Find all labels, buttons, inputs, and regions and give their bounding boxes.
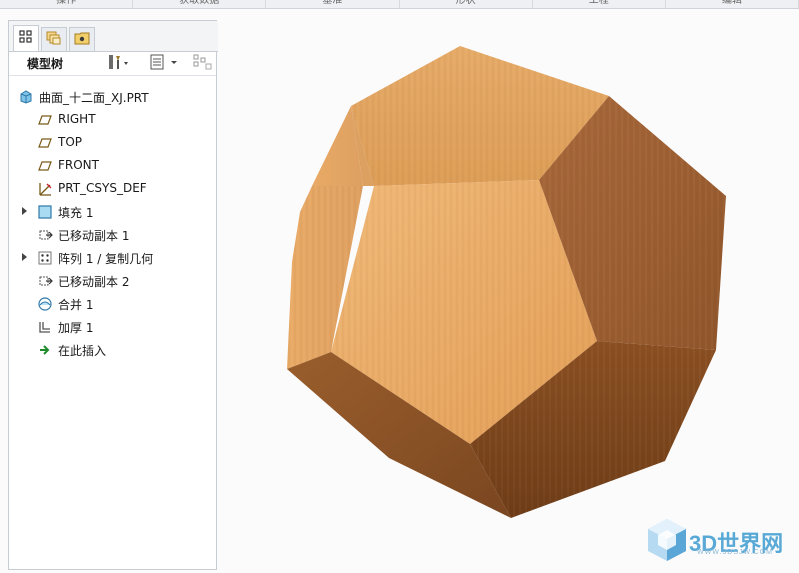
tree-item-label: 加厚 1: [58, 321, 94, 335]
tree-root-label: 曲面_十二面_XJ.PRT: [39, 91, 149, 105]
ribbon-tabs: 操作 获取数据 基准 形状 工程 编辑: [0, 0, 799, 9]
insert-here-icon: [37, 342, 53, 358]
navigator-tabs: [9, 21, 220, 52]
model-tree-icon: [19, 30, 33, 47]
tree-item-merge[interactable]: 合并 1: [9, 292, 216, 315]
ribbon-tab-get-data[interactable]: 获取数据: [133, 0, 267, 8]
model-tree-header: 模型树: [9, 51, 216, 76]
part-icon: [18, 89, 34, 105]
tree-item-label: 合并 1: [58, 298, 94, 312]
show-icon: [149, 53, 179, 74]
ribbon-tab-editing[interactable]: 编辑: [666, 0, 799, 8]
watermark-subtext: WWW.3DSJW.COM: [697, 549, 773, 556]
tree-item-thicken[interactable]: 加厚 1: [9, 315, 216, 338]
dodecahedron-model[interactable]: [218, 20, 799, 570]
favorites-tab[interactable]: [69, 27, 95, 51]
tree-item-label: 填充 1: [58, 206, 94, 220]
model-tree-title: 模型树: [27, 56, 64, 71]
tree-item-fill[interactable]: 填充 1: [9, 200, 216, 223]
thicken-icon: [37, 319, 53, 335]
tree-item-label: 已移动副本 2: [58, 275, 130, 289]
ribbon-tab-engineering[interactable]: 工程: [533, 0, 666, 8]
tree-item-top[interactable]: TOP: [9, 131, 216, 154]
tree-item-label: 已移动副本 1: [58, 229, 130, 243]
filter-tool[interactable]: [193, 54, 213, 72]
layers-icon: [46, 30, 62, 49]
watermark-cube-icon: [645, 517, 689, 566]
merge-icon: [37, 296, 53, 312]
tree-item-label: 阵列 1 / 复制几何: [58, 252, 154, 266]
settings-icon: [107, 53, 129, 74]
datum-plane-icon: [37, 135, 53, 151]
tree-item-label: RIGHT: [58, 112, 96, 126]
tree-item-insert-here[interactable]: 在此插入: [9, 338, 216, 361]
tree-item-label: PRT_CSYS_DEF: [58, 181, 147, 195]
datum-plane-icon: [37, 158, 53, 174]
tree-item-pattern[interactable]: 阵列 1 / 复制几何: [9, 246, 216, 269]
pattern-icon: [37, 250, 53, 266]
tree-item-label: FRONT: [58, 158, 99, 172]
tree-item-label: TOP: [58, 135, 83, 149]
model-tree: 曲面_十二面_XJ.PRT RIGHT TOP FRONT PRT_CSYS_D: [9, 85, 216, 361]
settings-tool[interactable]: [107, 54, 129, 72]
ribbon-tab-operations[interactable]: 操作: [0, 0, 134, 8]
tree-item-front[interactable]: FRONT: [9, 154, 216, 177]
show-tool[interactable]: [149, 54, 179, 72]
expand-arrow-icon[interactable]: [22, 253, 27, 261]
tree-item-label: 在此插入: [58, 344, 107, 358]
coordinate-system-icon: [37, 181, 53, 197]
navigator-panel: 模型树 曲面_十二面_XJ.PRT RIGHT TOP FRONT PRT_CS…: [8, 20, 220, 570]
folder-star-icon: [74, 30, 90, 49]
fill-surface-icon: [37, 204, 53, 220]
model-tree-tab[interactable]: [13, 25, 39, 51]
ribbon-tab-datum[interactable]: 基准: [266, 0, 400, 8]
moved-copy-icon: [37, 273, 53, 289]
moved-copy-icon: [37, 227, 53, 243]
layers-tab[interactable]: [41, 27, 67, 51]
filter-icon: [193, 53, 213, 74]
ribbon-tab-shapes[interactable]: 形状: [400, 0, 533, 8]
datum-plane-icon: [37, 112, 53, 128]
expand-arrow-icon[interactable]: [22, 207, 27, 215]
tree-root-item[interactable]: 曲面_十二面_XJ.PRT: [9, 85, 216, 108]
tree-item-moved-copy-2[interactable]: 已移动副本 2: [9, 269, 216, 292]
watermark: 3D世界网 WWW.3DSJW.COM: [645, 517, 783, 566]
tree-item-csys[interactable]: PRT_CSYS_DEF: [9, 177, 216, 200]
graphics-viewport[interactable]: 3D世界网 WWW.3DSJW.COM: [218, 20, 799, 570]
tree-item-right[interactable]: RIGHT: [9, 108, 216, 131]
tree-item-moved-copy-1[interactable]: 已移动副本 1: [9, 223, 216, 246]
